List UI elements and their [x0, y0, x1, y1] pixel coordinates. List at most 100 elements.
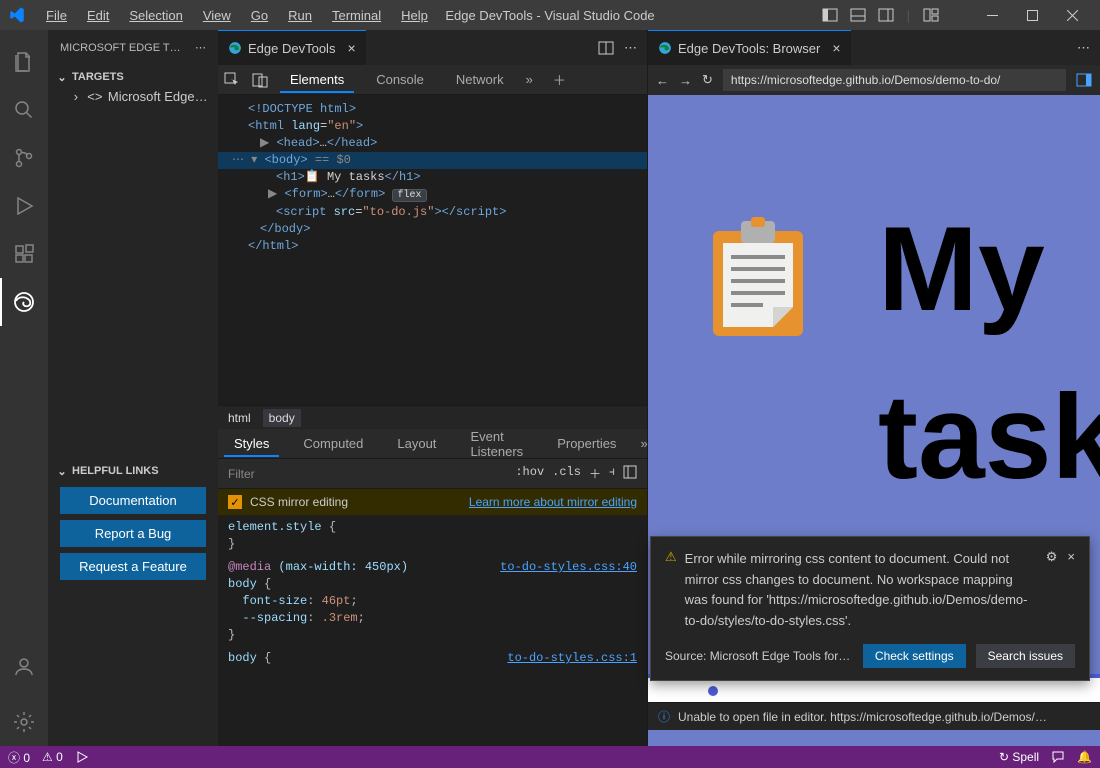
device-icon[interactable] — [252, 72, 268, 88]
close-icon[interactable]: × — [1067, 549, 1075, 632]
tab-bar-right: Edge DevTools: Browser × ⋯ — [648, 30, 1100, 65]
edge-icon — [228, 41, 242, 55]
css-source-link[interactable]: to-do-styles.css:1 — [507, 650, 637, 667]
layout-sidebar-right-icon[interactable] — [875, 4, 897, 26]
new-rule-icon[interactable]: ＋ — [589, 465, 601, 482]
info-bar: ⓘ Unable to open file in editor. https:/… — [648, 702, 1100, 730]
sidebar-header: MICROSOFT EDGE T… ⋯ — [48, 30, 218, 65]
elements-tab[interactable]: Elements — [280, 66, 354, 93]
menu-help[interactable]: Help — [393, 4, 436, 27]
tab-edge-browser[interactable]: Edge DevTools: Browser × — [648, 30, 851, 65]
chevron-right-icon: › — [70, 91, 82, 103]
console-tab[interactable]: Console — [366, 66, 434, 93]
close-window-button[interactable] — [1052, 0, 1092, 30]
search-icon[interactable] — [0, 86, 48, 134]
extensions-icon[interactable] — [0, 230, 48, 278]
notification-toast: ⚠ Error while mirroring css content to d… — [650, 536, 1090, 681]
info-icon: ⓘ — [658, 708, 670, 725]
warning-icon: ⚠ — [665, 549, 677, 632]
errors-status[interactable]: ⓧ 0 — [8, 749, 30, 766]
devtools-editor: Edge DevTools × ⋯ Elements Console Netwo… — [218, 30, 648, 746]
inspect-icon[interactable] — [224, 72, 240, 88]
layout-sidebar-left-icon[interactable] — [819, 4, 841, 26]
menu-edit[interactable]: Edit — [79, 4, 117, 27]
check-settings-button[interactable]: Check settings — [863, 644, 966, 668]
styles-filter-row: Filter :hov .cls ＋ ⫞ — [218, 459, 647, 489]
url-input[interactable]: https://microsoftedge.github.io/Demos/de… — [723, 69, 1066, 91]
breadcrumbs[interactable]: html body — [218, 405, 647, 429]
source-control-icon[interactable] — [0, 134, 48, 182]
code-icon: <> — [88, 90, 102, 104]
dom-tree[interactable]: <!DOCTYPE html> <html lang="en"> ▶ <head… — [218, 95, 647, 405]
run-debug-icon[interactable] — [0, 182, 48, 230]
properties-tab[interactable]: Properties — [547, 430, 626, 457]
status-bar: ⓧ 0 ⚠ 0 ↻ Spell 🔔 — [0, 746, 1100, 768]
tab-edge-devtools[interactable]: Edge DevTools × — [218, 30, 366, 65]
customize-layout-icon[interactable] — [920, 4, 942, 26]
search-issues-button[interactable]: Search issues — [976, 644, 1075, 668]
title-bar: File Edit Selection View Go Run Terminal… — [0, 0, 1100, 30]
styles-tab[interactable]: Styles — [224, 430, 279, 457]
menu-selection[interactable]: Selection — [121, 4, 190, 27]
clipboard-icon — [703, 213, 813, 343]
accounts-icon[interactable] — [0, 642, 48, 690]
chevron-down-icon: ⌄ — [56, 71, 68, 83]
tab-bar-left: Edge DevTools × ⋯ — [218, 30, 647, 65]
network-tab[interactable]: Network — [446, 66, 514, 93]
more-tabs-icon[interactable]: » — [526, 72, 533, 87]
settings-gear-icon[interactable] — [0, 698, 48, 746]
flex-icon[interactable]: ⫞ — [609, 465, 615, 482]
window-title: Edge DevTools - Visual Studio Code — [445, 8, 654, 23]
gear-icon[interactable]: ⚙ — [1046, 549, 1058, 632]
target-item[interactable]: › <> Microsoft Edge … — [48, 87, 218, 106]
menu-go[interactable]: Go — [243, 4, 276, 27]
more-icon[interactable]: ⋯ — [1077, 40, 1090, 56]
computed-tab[interactable]: Computed — [293, 430, 373, 457]
devtools-toolbar: Elements Console Network » ＋ — [218, 65, 647, 95]
page-heading: Mytasks — [878, 185, 1100, 521]
more-icon[interactable]: ⋯ — [624, 40, 637, 56]
add-tab-icon[interactable]: ＋ — [553, 70, 566, 89]
cls-toggle[interactable]: .cls — [552, 465, 581, 482]
menu-view[interactable]: View — [195, 4, 239, 27]
styles-tabs: Styles Computed Layout Event Listeners P… — [218, 429, 647, 459]
hov-toggle[interactable]: :hov — [515, 465, 544, 482]
report-bug-button[interactable]: Report a Bug — [60, 520, 206, 547]
back-icon[interactable]: ← — [656, 73, 669, 88]
dock-icon[interactable] — [1076, 72, 1092, 88]
activity-bar — [0, 30, 48, 746]
more-tabs-icon[interactable]: » — [640, 436, 647, 451]
split-editor-icon[interactable] — [598, 40, 614, 56]
edge-icon — [658, 41, 672, 55]
mirror-row: ✓ CSS mirror editing Learn more about mi… — [218, 489, 647, 515]
layout-tab[interactable]: Layout — [387, 430, 446, 457]
refresh-icon[interactable]: ↻ — [702, 72, 713, 88]
chevron-down-icon: ⌄ — [56, 465, 68, 477]
sidebar: MICROSOFT EDGE T… ⋯ ⌄ TARGETS › <> Micro… — [48, 30, 218, 746]
browser-editor: Edge DevTools: Browser × ⋯ ← → ↻ https:/… — [648, 30, 1100, 746]
browser-nav-bar: ← → ↻ https://microsoftedge.github.io/De… — [648, 65, 1100, 95]
more-icon[interactable]: ⋯ — [195, 41, 206, 54]
menu-file[interactable]: File — [38, 4, 75, 27]
minimize-button[interactable] — [972, 0, 1012, 30]
layout-panel-icon[interactable] — [847, 4, 869, 26]
forward-icon[interactable]: → — [679, 73, 692, 88]
filter-input[interactable]: Filter — [228, 467, 255, 481]
request-feature-button[interactable]: Request a Feature — [60, 553, 206, 580]
toggle-sidebar-icon[interactable] — [623, 465, 637, 482]
mirror-learn-link[interactable]: Learn more about mirror editing — [469, 495, 637, 509]
close-icon[interactable]: × — [347, 40, 355, 56]
css-source-link[interactable]: to-do-styles.css:40 — [500, 559, 637, 576]
css-pane[interactable]: element.style { } to-do-styles.css:40@me… — [218, 515, 647, 671]
close-icon[interactable]: × — [832, 40, 840, 56]
documentation-button[interactable]: Documentation — [60, 487, 206, 514]
targets-section[interactable]: ⌄ TARGETS — [48, 67, 218, 87]
vscode-logo-icon — [8, 6, 26, 24]
mirror-checkbox[interactable]: ✓ — [228, 495, 242, 509]
explorer-icon[interactable] — [0, 38, 48, 86]
maximize-button[interactable] — [1012, 0, 1052, 30]
menu-terminal[interactable]: Terminal — [324, 4, 389, 27]
helpful-section[interactable]: ⌄ HELPFUL LINKS — [48, 461, 218, 481]
menu-run[interactable]: Run — [280, 4, 320, 27]
edge-tools-icon[interactable] — [0, 278, 48, 326]
